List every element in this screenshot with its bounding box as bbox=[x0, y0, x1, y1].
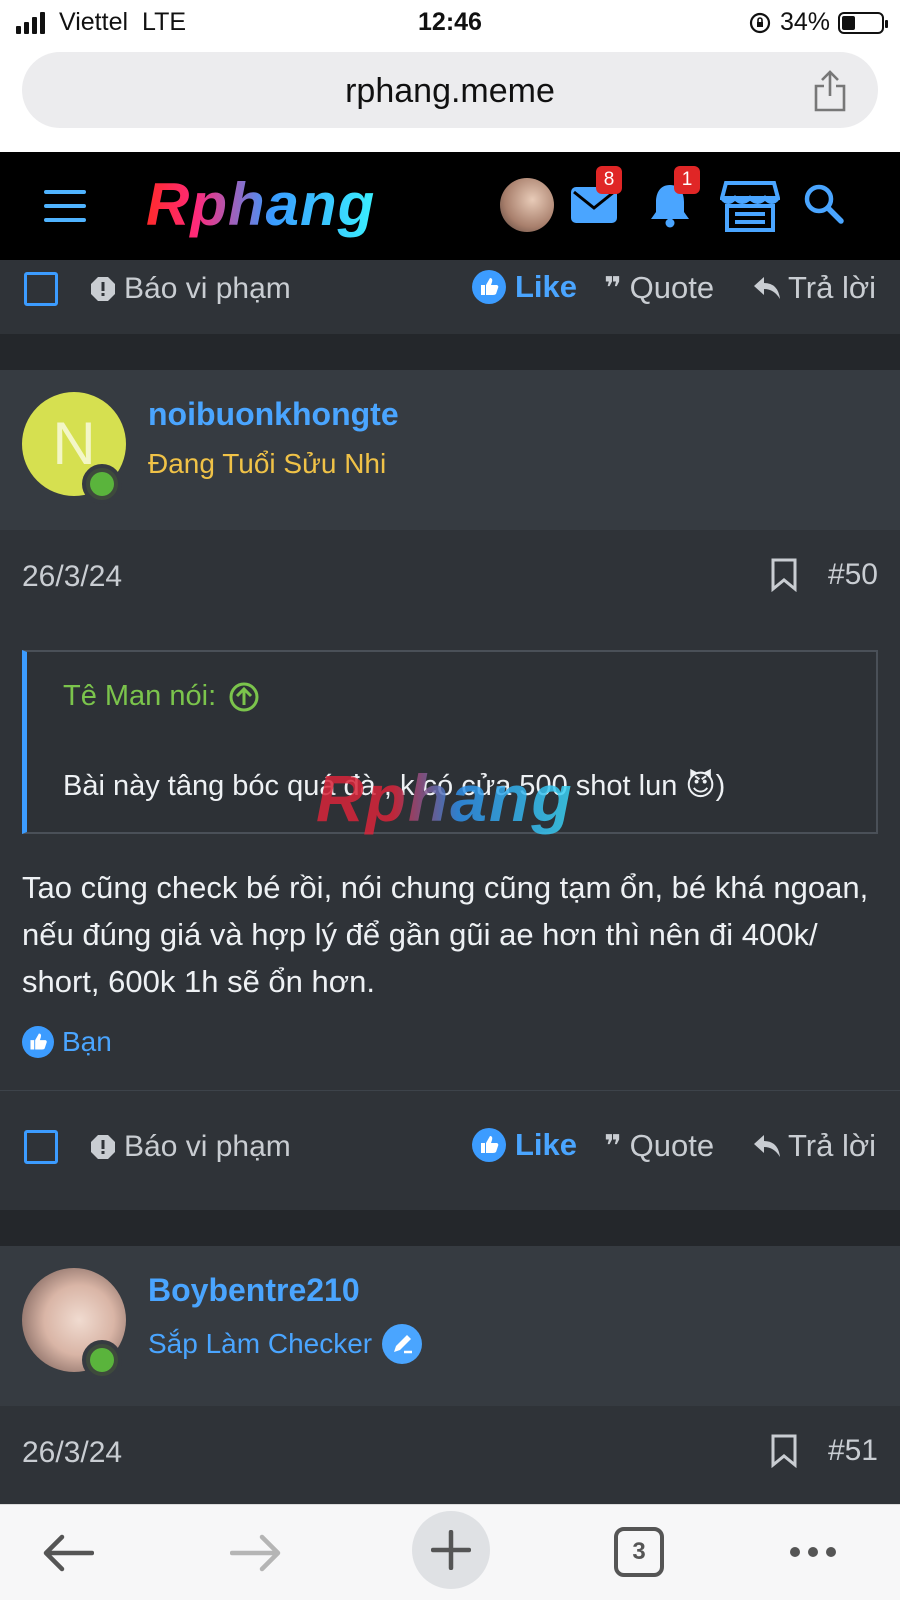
post-date[interactable]: 26/3/24 bbox=[22, 560, 122, 594]
post-number[interactable]: #51 bbox=[828, 1434, 878, 1468]
reply-label: Trả lời bbox=[788, 270, 877, 305]
select-checkbox[interactable] bbox=[24, 1130, 58, 1164]
up-arrow-icon[interactable] bbox=[228, 681, 260, 713]
store-icon[interactable] bbox=[720, 180, 780, 232]
status-right: 34% bbox=[748, 8, 888, 37]
battery-percent: 34% bbox=[779, 8, 830, 36]
browser-toolbar: 3 bbox=[0, 1504, 900, 1600]
report-label: Báo vi phạm bbox=[124, 272, 291, 305]
quote-header[interactable]: Tê Man nói: bbox=[63, 680, 260, 713]
like-icon bbox=[472, 270, 506, 304]
quote-author: Tê Man nói: bbox=[63, 680, 217, 712]
like-button[interactable]: Like bbox=[472, 1127, 577, 1163]
reaction-user: Bạn bbox=[62, 1026, 112, 1057]
messages-badge: 8 bbox=[596, 166, 622, 194]
reply-button[interactable]: Trả lời bbox=[752, 270, 876, 306]
tabs-icon[interactable]: 3 bbox=[614, 1527, 664, 1577]
bookmark-icon[interactable] bbox=[770, 1434, 798, 1468]
bookmark-icon[interactable] bbox=[770, 558, 798, 592]
search-icon[interactable] bbox=[802, 182, 846, 226]
header-avatar[interactable] bbox=[500, 178, 554, 232]
hamburger-icon[interactable] bbox=[44, 190, 86, 222]
orientation-lock-icon bbox=[749, 12, 771, 33]
post-user-header: Boybentre210 Sắp Làm Checker bbox=[0, 1246, 900, 1406]
battery-icon bbox=[838, 11, 888, 34]
divider bbox=[0, 1090, 900, 1091]
alerts-badge: 1 bbox=[674, 166, 700, 194]
reply-button[interactable]: Trả lời bbox=[752, 1128, 876, 1164]
select-checkbox[interactable] bbox=[24, 272, 58, 306]
forward-icon[interactable] bbox=[230, 1533, 282, 1573]
user-title-text: Sắp Làm Checker bbox=[148, 1328, 373, 1359]
plus-icon bbox=[431, 1530, 471, 1570]
action-bar: Báo vi phạm Like ❞ Quote Trả lời bbox=[0, 1112, 900, 1184]
address-bar[interactable]: rphang.meme bbox=[22, 52, 878, 128]
more-icon[interactable] bbox=[790, 1547, 836, 1557]
online-status-icon bbox=[82, 464, 122, 504]
share-icon[interactable] bbox=[812, 70, 848, 112]
site-header: Rphang 8 1 bbox=[0, 152, 900, 260]
battery-fill bbox=[842, 15, 855, 30]
username[interactable]: Boybentre210 bbox=[148, 1272, 360, 1309]
quote-label: Quote bbox=[629, 1128, 715, 1163]
like-icon bbox=[22, 1026, 54, 1058]
like-button[interactable]: Like bbox=[472, 269, 577, 305]
new-tab-button[interactable] bbox=[412, 1511, 490, 1589]
post-separator bbox=[0, 334, 900, 370]
post-separator bbox=[0, 1210, 900, 1246]
reply-icon bbox=[754, 1135, 780, 1157]
browser-chrome: rphang.meme bbox=[0, 46, 900, 152]
reaction-summary[interactable]: Bạn bbox=[22, 1026, 112, 1058]
user-title: Sắp Làm Checker bbox=[148, 1324, 423, 1364]
post-body: Tao cũng check bé rồi, nói chung cũng tạ… bbox=[22, 870, 869, 999]
online-status-icon bbox=[82, 1340, 122, 1380]
quote-button[interactable]: ❞ Quote bbox=[604, 1128, 714, 1164]
report-button[interactable]: Báo vi phạm bbox=[90, 272, 291, 306]
reply-icon bbox=[754, 277, 780, 299]
post-meta: 26/3/24 #51 bbox=[0, 1408, 900, 1498]
post-number[interactable]: #50 bbox=[828, 558, 878, 592]
report-icon bbox=[91, 1135, 115, 1159]
watermark: Rphang bbox=[316, 761, 574, 835]
site-logo[interactable]: Rphang bbox=[146, 170, 375, 239]
quote-icon: ❞ bbox=[604, 271, 622, 305]
prev-post-footer: Báo vi phạm Like ❞ Quote Trả lời bbox=[0, 260, 900, 334]
post-meta: 26/3/24 #50 bbox=[0, 532, 900, 622]
url-text[interactable]: rphang.meme bbox=[22, 72, 878, 111]
quote-button[interactable]: ❞ Quote bbox=[604, 270, 714, 306]
status-bar: Viettel LTE 12:46 34% bbox=[0, 0, 900, 46]
like-label: Like bbox=[515, 269, 578, 304]
quote-label: Quote bbox=[629, 270, 715, 305]
report-icon bbox=[91, 277, 115, 301]
action-bar: Báo vi phạm Like ❞ Quote Trả lời bbox=[0, 254, 900, 326]
quote-icon: ❞ bbox=[604, 1129, 622, 1163]
user-title: Đang Tuổi Sửu Nhi bbox=[148, 448, 387, 479]
report-button[interactable]: Báo vi phạm bbox=[90, 1130, 291, 1164]
back-icon[interactable] bbox=[42, 1533, 94, 1573]
post-user-header: N noibuonkhongte Đang Tuổi Sửu Nhi bbox=[0, 370, 900, 530]
username[interactable]: noibuonkhongte bbox=[148, 396, 399, 433]
like-icon bbox=[472, 1128, 506, 1162]
post-51: Boybentre210 Sắp Làm Checker 26/3/24 #51 bbox=[0, 1246, 900, 1504]
edit-badge-icon bbox=[382, 1324, 423, 1364]
reply-label: Trả lời bbox=[788, 1128, 877, 1163]
post-date[interactable]: 26/3/24 bbox=[22, 1436, 122, 1470]
like-label: Like bbox=[515, 1127, 578, 1162]
report-label: Báo vi phạm bbox=[124, 1130, 291, 1163]
